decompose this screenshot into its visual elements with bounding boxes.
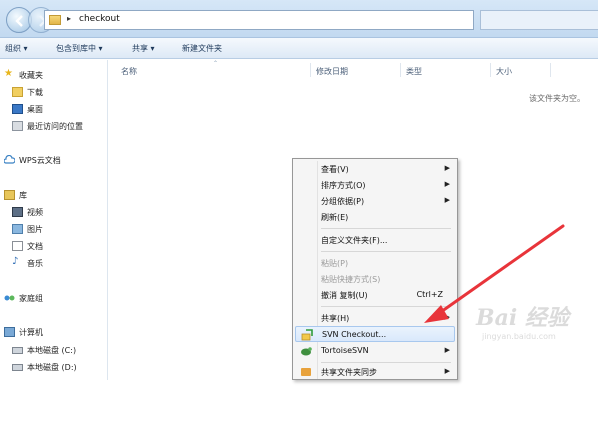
sidebar-item-label: 文档 bbox=[27, 242, 43, 251]
menu-item-label: TortoiseSVN bbox=[321, 346, 369, 355]
submenu-arrow-icon: ▶ bbox=[444, 367, 450, 375]
menu-item-label: 粘贴(P) bbox=[321, 259, 349, 268]
context-menu: 查看(V) ▶ 排序方式(O) ▶ 分组依据(P) ▶ 刷新(E) 自定义文件夹… bbox=[292, 158, 458, 380]
menu-item-label: 分组依据(P) bbox=[321, 197, 365, 206]
sidebar-item-label: 本地磁盘 (D:) bbox=[27, 363, 77, 372]
watermark-url: jingyan.baidu.com bbox=[482, 332, 556, 341]
drive-icon bbox=[12, 347, 23, 354]
drive-icon bbox=[12, 364, 23, 371]
share-button[interactable]: 共享 ▾ bbox=[132, 43, 155, 54]
address-bar[interactable]: ▸ checkout bbox=[44, 10, 474, 30]
menu-item-customize-folder[interactable]: 自定义文件夹(F)... bbox=[295, 232, 455, 248]
sidebar-item-label: 音乐 bbox=[27, 259, 43, 268]
download-folder-icon bbox=[12, 87, 23, 97]
svn-checkout-icon bbox=[301, 329, 313, 341]
column-header-type[interactable]: 类型 bbox=[406, 66, 422, 77]
submenu-arrow-icon: ▶ bbox=[444, 196, 450, 204]
back-arrow-icon bbox=[15, 15, 23, 27]
menu-item-label: 排序方式(O) bbox=[321, 181, 366, 190]
homegroup-icon bbox=[4, 293, 15, 303]
document-icon bbox=[12, 241, 23, 251]
command-bar: 组织 ▾ 包含到库中 ▾ 共享 ▾ 新建文件夹 bbox=[0, 38, 598, 59]
sidebar-item-label: 下载 bbox=[27, 88, 43, 97]
column-divider[interactable] bbox=[400, 63, 401, 77]
menu-item-paste-shortcut[interactable]: 粘贴快捷方式(S) bbox=[295, 271, 455, 287]
menu-item-shared-folder-sync[interactable]: 共享文件夹同步 ▶ bbox=[295, 364, 455, 380]
menu-item-sort-by[interactable]: 排序方式(O) ▶ bbox=[295, 177, 455, 193]
library-icon bbox=[4, 190, 15, 200]
submenu-arrow-icon: ▶ bbox=[444, 180, 450, 188]
include-in-library-button[interactable]: 包含到库中 ▾ bbox=[56, 43, 103, 54]
menu-item-group-by[interactable]: 分组依据(P) ▶ bbox=[295, 193, 455, 209]
menu-item-undo-copy[interactable]: 撤消 复制(U) Ctrl+Z bbox=[295, 287, 455, 303]
watermark-logo: Bai 经验 bbox=[476, 305, 569, 331]
menu-separator bbox=[321, 251, 451, 252]
sidebar-item-label: 视频 bbox=[27, 208, 43, 217]
menu-item-tortoise-svn[interactable]: TortoiseSVN ▶ bbox=[295, 343, 455, 359]
organize-button[interactable]: 组织 ▾ bbox=[5, 43, 28, 54]
sidebar-item-label: 最近访问的位置 bbox=[27, 122, 83, 131]
menu-separator bbox=[321, 362, 451, 363]
breadcrumb-chevron-icon[interactable]: ▸ bbox=[67, 14, 71, 23]
sort-ascending-icon: ⌃ bbox=[213, 60, 219, 67]
menu-item-label: 刷新(E) bbox=[321, 213, 349, 222]
menu-item-paste[interactable]: 粘贴(P) bbox=[295, 255, 455, 271]
column-divider[interactable] bbox=[490, 63, 491, 77]
menu-item-label: 共享(H) bbox=[321, 314, 350, 323]
menu-item-label: 查看(V) bbox=[321, 165, 349, 174]
column-divider[interactable] bbox=[310, 63, 311, 77]
menu-item-shortcut: Ctrl+Z bbox=[416, 290, 443, 299]
star-icon: ★ bbox=[4, 68, 13, 79]
folder-icon bbox=[49, 15, 61, 25]
submenu-arrow-icon: ▶ bbox=[444, 346, 450, 354]
sidebar-item-label: 家庭组 bbox=[19, 294, 43, 303]
column-divider[interactable] bbox=[550, 63, 551, 77]
sync-icon bbox=[300, 366, 312, 378]
column-header-size[interactable]: 大小 bbox=[496, 66, 512, 77]
sidebar-item-label: 本地磁盘 (C:) bbox=[27, 346, 77, 355]
address-path[interactable]: checkout bbox=[79, 14, 120, 24]
desktop-icon bbox=[12, 104, 23, 114]
menu-item-view[interactable]: 查看(V) ▶ bbox=[295, 161, 455, 177]
sidebar-item-label: 库 bbox=[19, 191, 27, 200]
page-background bbox=[0, 380, 598, 423]
watermark: Bai 经验 jingyan.baidu.com bbox=[476, 300, 596, 350]
sidebar-item-label: 收藏夹 bbox=[19, 71, 43, 80]
submenu-arrow-icon: ▶ bbox=[444, 164, 450, 172]
recent-places-icon bbox=[12, 121, 23, 131]
sidebar-item-label: 桌面 bbox=[27, 105, 43, 114]
menu-separator bbox=[321, 306, 451, 307]
menu-item-label: 共享文件夹同步 bbox=[321, 368, 377, 377]
menu-item-label: 自定义文件夹(F)... bbox=[321, 236, 388, 245]
submenu-arrow-icon: ▶ bbox=[444, 313, 450, 321]
music-icon: ♪ bbox=[12, 256, 19, 267]
menu-item-label: 撤消 复制(U) bbox=[321, 291, 368, 300]
navigation-pane: ★ 收藏夹 下载 桌面 最近访问的位置 WPS云文档 库 视频 图片 文档 ♪ … bbox=[0, 60, 108, 380]
sidebar-item-label: 图片 bbox=[27, 225, 43, 234]
menu-item-label: 粘贴快捷方式(S) bbox=[321, 275, 381, 284]
new-folder-button[interactable]: 新建文件夹 bbox=[182, 43, 222, 54]
title-bar: ▸ checkout bbox=[0, 0, 598, 38]
menu-item-label: SVN Checkout... bbox=[322, 330, 387, 339]
picture-icon bbox=[12, 224, 23, 234]
sidebar-item-label: 计算机 bbox=[19, 328, 43, 337]
search-input[interactable] bbox=[480, 10, 598, 30]
empty-folder-message: 该文件夹为空。 bbox=[529, 94, 585, 103]
computer-icon bbox=[4, 327, 15, 337]
column-header-modified[interactable]: 修改日期 bbox=[316, 66, 348, 77]
cloud-icon bbox=[3, 154, 16, 165]
video-icon bbox=[12, 207, 23, 217]
column-header-name[interactable]: 名称 bbox=[121, 66, 137, 77]
menu-item-refresh[interactable]: 刷新(E) bbox=[295, 209, 455, 225]
menu-separator bbox=[321, 228, 451, 229]
sidebar-item-label: WPS云文档 bbox=[19, 156, 61, 165]
menu-item-share-with[interactable]: 共享(H) ▶ bbox=[295, 310, 455, 326]
menu-item-svn-checkout[interactable]: SVN Checkout... bbox=[295, 326, 455, 342]
tortoise-svn-icon bbox=[300, 345, 312, 357]
